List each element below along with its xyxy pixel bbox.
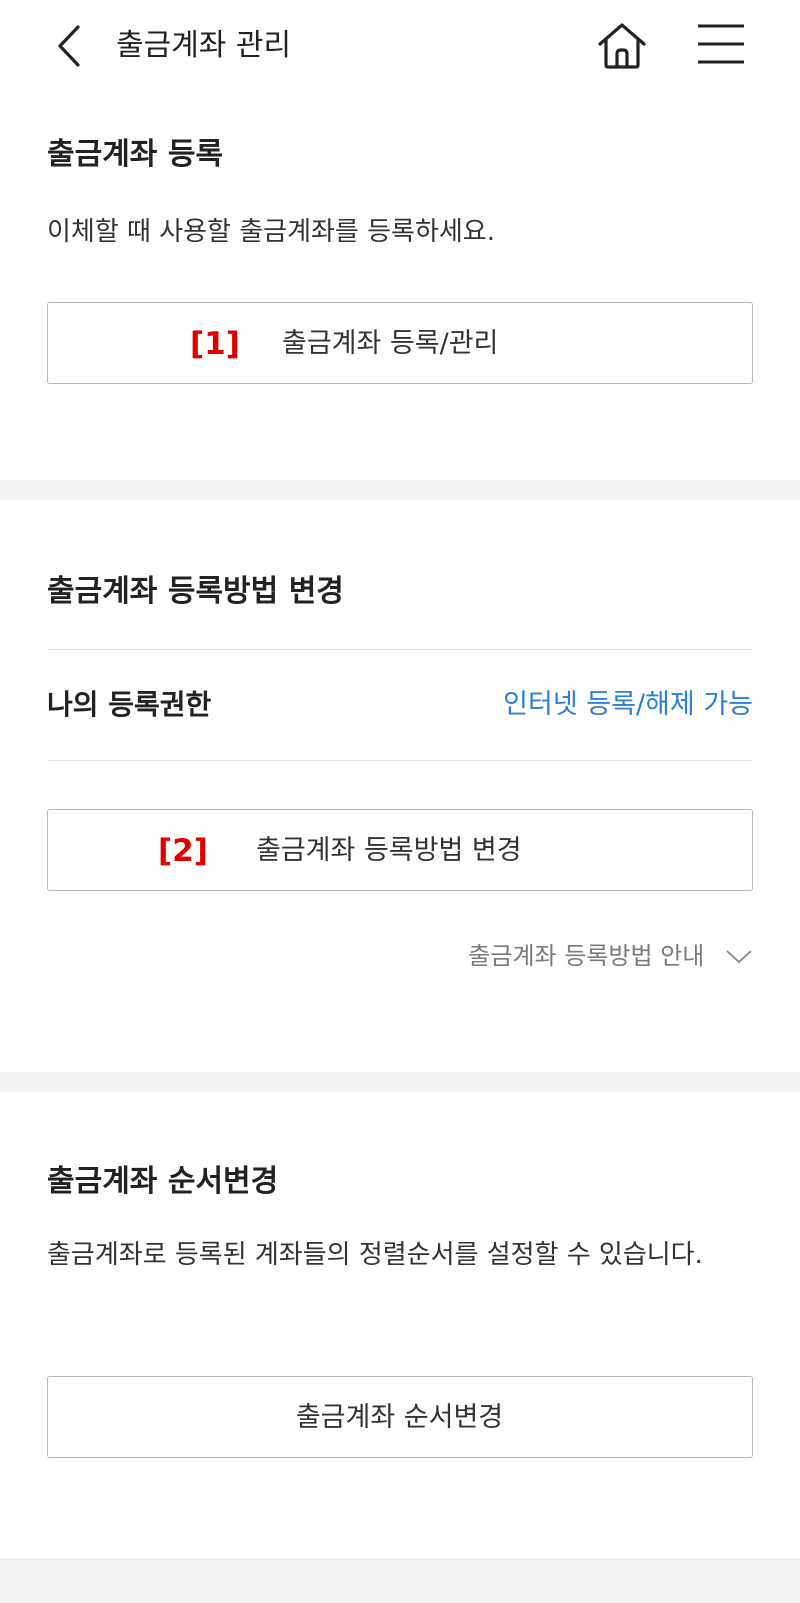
- section-gap: [0, 1072, 800, 1092]
- chevron-left-icon: [58, 25, 80, 67]
- register-description: 이체할 때 사용할 출금계좌를 등록하세요.: [47, 217, 495, 247]
- app-header: 출금계좌 관리: [0, 0, 800, 92]
- divider: [47, 760, 753, 761]
- method-change-button-label: 출금계좌 등록방법 변경: [256, 835, 522, 866]
- authority-label: 나의 등록권한: [47, 688, 212, 721]
- order-section: 출금계좌 순서변경 출금계좌로 등록된 계좌들의 정렬순서를 설정할 수 있습니…: [0, 1092, 800, 1558]
- page-title: 출금계좌 관리: [116, 28, 292, 63]
- order-title: 출금계좌 순서변경: [47, 1164, 279, 1199]
- back-button[interactable]: [52, 24, 88, 68]
- method-guide-toggle[interactable]: 출금계좌 등록방법 안내: [468, 938, 752, 974]
- order-change-button-label: 출금계좌 순서변경: [295, 1402, 504, 1433]
- home-button[interactable]: [596, 20, 648, 72]
- method-section: 출금계좌 등록방법 변경 나의 등록권한 인터넷 등록/해제 가능 [2] 출금…: [0, 500, 800, 1072]
- register-title: 출금계좌 등록: [47, 137, 224, 172]
- hamburger-menu-icon: [698, 24, 744, 64]
- register-section: 출금계좌 등록 이체할 때 사용할 출금계좌를 등록하세요. [1] 출금계좌 …: [0, 92, 800, 480]
- authority-value: 인터넷 등록/해제 가능: [503, 689, 753, 720]
- method-change-button[interactable]: [2] 출금계좌 등록방법 변경: [47, 809, 753, 891]
- home-icon: [598, 23, 646, 69]
- method-title: 출금계좌 등록방법 변경: [47, 574, 344, 609]
- divider: [47, 649, 753, 650]
- method-guide-label: 출금계좌 등록방법 안내: [468, 942, 705, 970]
- order-change-button[interactable]: 출금계좌 순서변경: [47, 1376, 753, 1458]
- chevron-down-icon: [726, 950, 752, 964]
- register-manage-button[interactable]: [1] 출금계좌 등록/관리: [47, 302, 753, 384]
- annotation-label-1: [1]: [190, 326, 240, 362]
- section-gap: [0, 1558, 800, 1603]
- menu-button[interactable]: [696, 22, 746, 66]
- order-description: 출금계좌로 등록된 계좌들의 정렬순서를 설정할 수 있습니다.: [47, 1240, 703, 1270]
- register-manage-button-label: 출금계좌 등록/관리: [282, 328, 499, 359]
- section-gap: [0, 480, 800, 500]
- annotation-label-2: [2]: [158, 833, 208, 869]
